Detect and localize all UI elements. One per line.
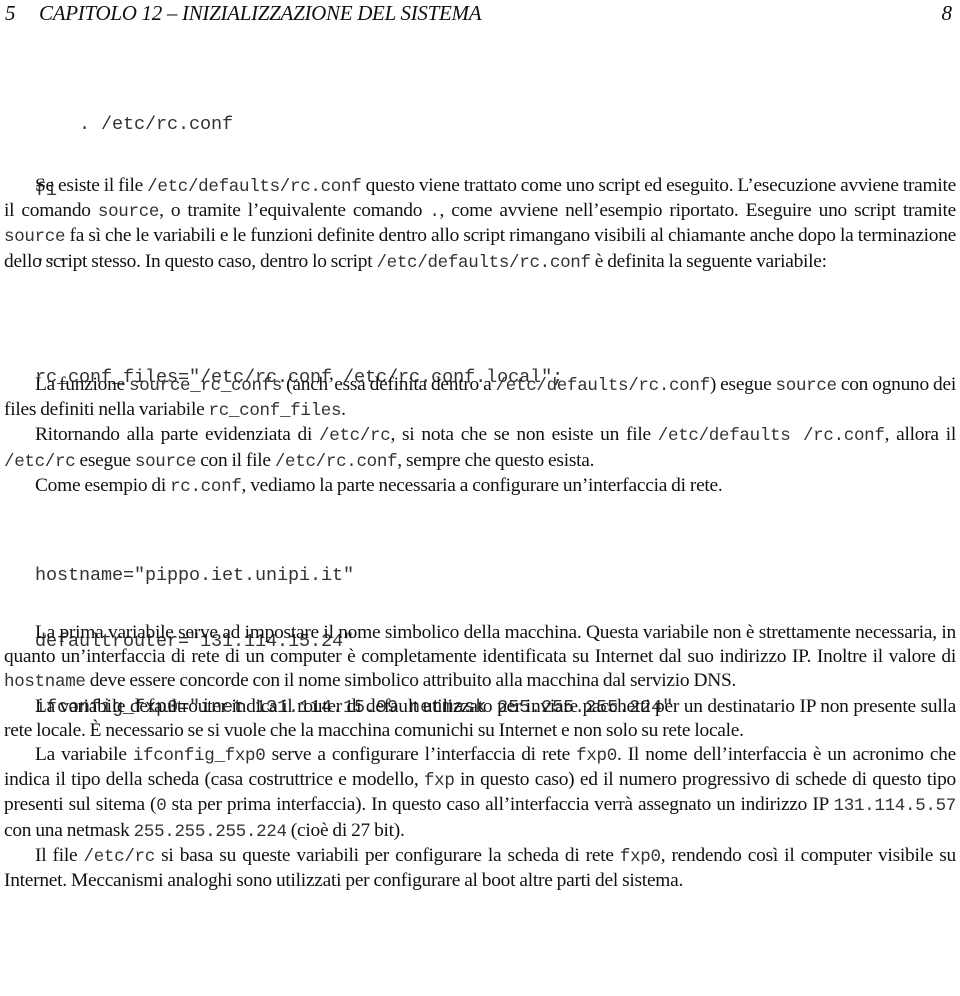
text-run: serve a configurare l’interfaccia di ret… bbox=[265, 744, 577, 766]
paragraph-defaults-rc-conf: Se esiste il file /etc/defaults/rc.conf … bbox=[4, 174, 956, 275]
running-header: 5 CAPITOLO 12 – INIZIALIZZAZIONE DEL SIS… bbox=[3, 0, 952, 26]
text-run: , vediamo la parte necessaria a configur… bbox=[241, 474, 723, 496]
code-inline: /etc/rc.conf bbox=[274, 451, 398, 472]
code-inline: fxp bbox=[423, 771, 455, 792]
paragraph-text: La funzione source_rc_confs (anch’essa d… bbox=[4, 373, 956, 423]
text-run: La variabile bbox=[35, 744, 133, 766]
text-run: , si nota che se non esiste un file bbox=[390, 424, 658, 446]
text-run: , o tramite l’equivalente comando bbox=[159, 200, 430, 222]
text-run: La prima variabile serve ad impostare il… bbox=[4, 622, 956, 668]
text-run: (cioè di 27 bit). bbox=[286, 819, 405, 841]
code-inline: source bbox=[97, 202, 160, 223]
text-run: Se esiste il file bbox=[35, 175, 148, 196]
text-run: Il file bbox=[35, 844, 84, 866]
code-inline: /etc/rc bbox=[4, 451, 76, 472]
code-inline: . bbox=[429, 202, 440, 223]
code-inline: source bbox=[4, 227, 66, 248]
text-run: con una netmask bbox=[4, 819, 134, 841]
text-run: La funzione bbox=[35, 374, 130, 395]
code-inline: source bbox=[134, 451, 197, 472]
code-inline: fxp0 bbox=[619, 846, 661, 867]
paragraph-text: Ritornando alla parte evidenziata di /et… bbox=[4, 423, 956, 473]
text-run: Ritornando alla parte evidenziata di bbox=[35, 424, 320, 446]
code-inline: rc.conf bbox=[170, 476, 242, 497]
code-inline: 0 bbox=[156, 796, 167, 817]
text-run: , allora il bbox=[884, 424, 957, 446]
paragraphs-explanation: La prima variabile serve ad impostare il… bbox=[4, 621, 956, 893]
code-inline: /etc/rc bbox=[319, 426, 391, 447]
code-inline: source bbox=[775, 376, 838, 396]
paragraph-text: Se esiste il file /etc/defaults/rc.conf … bbox=[4, 174, 956, 275]
code-inline: 255.255.255.224 bbox=[133, 821, 287, 842]
code-inline: /etc/rc bbox=[83, 846, 156, 867]
paragraph-text: Come esempio di rc.conf, vediamo la part… bbox=[4, 474, 956, 499]
code-inline: /etc/defaults /rc.conf bbox=[657, 426, 885, 447]
code-inline: /etc/defaults/rc.conf bbox=[376, 252, 591, 273]
paragraph-text: La variabile ifconfig_fxp0 serve a confi… bbox=[4, 743, 956, 844]
code-inline: rc_conf_files bbox=[208, 401, 342, 422]
text-run: è definita la seguente variabile: bbox=[590, 250, 827, 272]
text-run: sta per prima interfaccia). In questo ca… bbox=[166, 794, 834, 816]
chapter-title: CAPITOLO 12 – INIZIALIZZAZIONE DEL SISTE… bbox=[39, 1, 482, 25]
code-inline: /etc/defaults/rc.conf bbox=[495, 376, 711, 396]
paragraph-text: La variabile defaultrouter indica il rou… bbox=[4, 695, 956, 741]
paragraphs-source-rc-confs: La funzione source_rc_confs (anch’essa d… bbox=[4, 373, 956, 499]
text-run: , come avviene nell’esempio riportato. E… bbox=[439, 200, 957, 222]
text-run: ) esegue bbox=[709, 374, 776, 395]
code-line: . /etc/rc.conf bbox=[35, 114, 234, 135]
paragraph-text: La prima variabile serve ad impostare il… bbox=[4, 621, 956, 695]
text-run: Come esempio di bbox=[35, 474, 171, 496]
paragraph-text: Il file /etc/rc si basa su queste variab… bbox=[4, 844, 956, 893]
code-inline: 131.114.5.57 bbox=[833, 796, 957, 817]
text-run: deve essere concorde con il nome simboli… bbox=[85, 670, 737, 692]
section-number: 5 bbox=[5, 1, 16, 25]
code-inline: source_rc_confs bbox=[129, 376, 283, 396]
code-inline: fxp0 bbox=[576, 746, 617, 767]
code-line: hostname="pippo.iet.unipi.it" bbox=[35, 565, 355, 586]
page-number: 8 bbox=[941, 1, 953, 25]
text-run: si basa su queste variabili per configur… bbox=[154, 844, 620, 866]
text-run: (anch’essa definita dentro a bbox=[282, 374, 496, 395]
code-inline: hostname bbox=[4, 672, 86, 693]
text-run: . bbox=[341, 399, 346, 421]
code-inline: ifconfig_fxp0 bbox=[132, 746, 266, 767]
text-run: esegue bbox=[75, 449, 135, 471]
text-run: , sempre che questo esista. bbox=[397, 449, 595, 471]
text-run: con il file bbox=[196, 449, 275, 471]
code-inline: /etc/defaults/rc.conf bbox=[147, 177, 362, 197]
